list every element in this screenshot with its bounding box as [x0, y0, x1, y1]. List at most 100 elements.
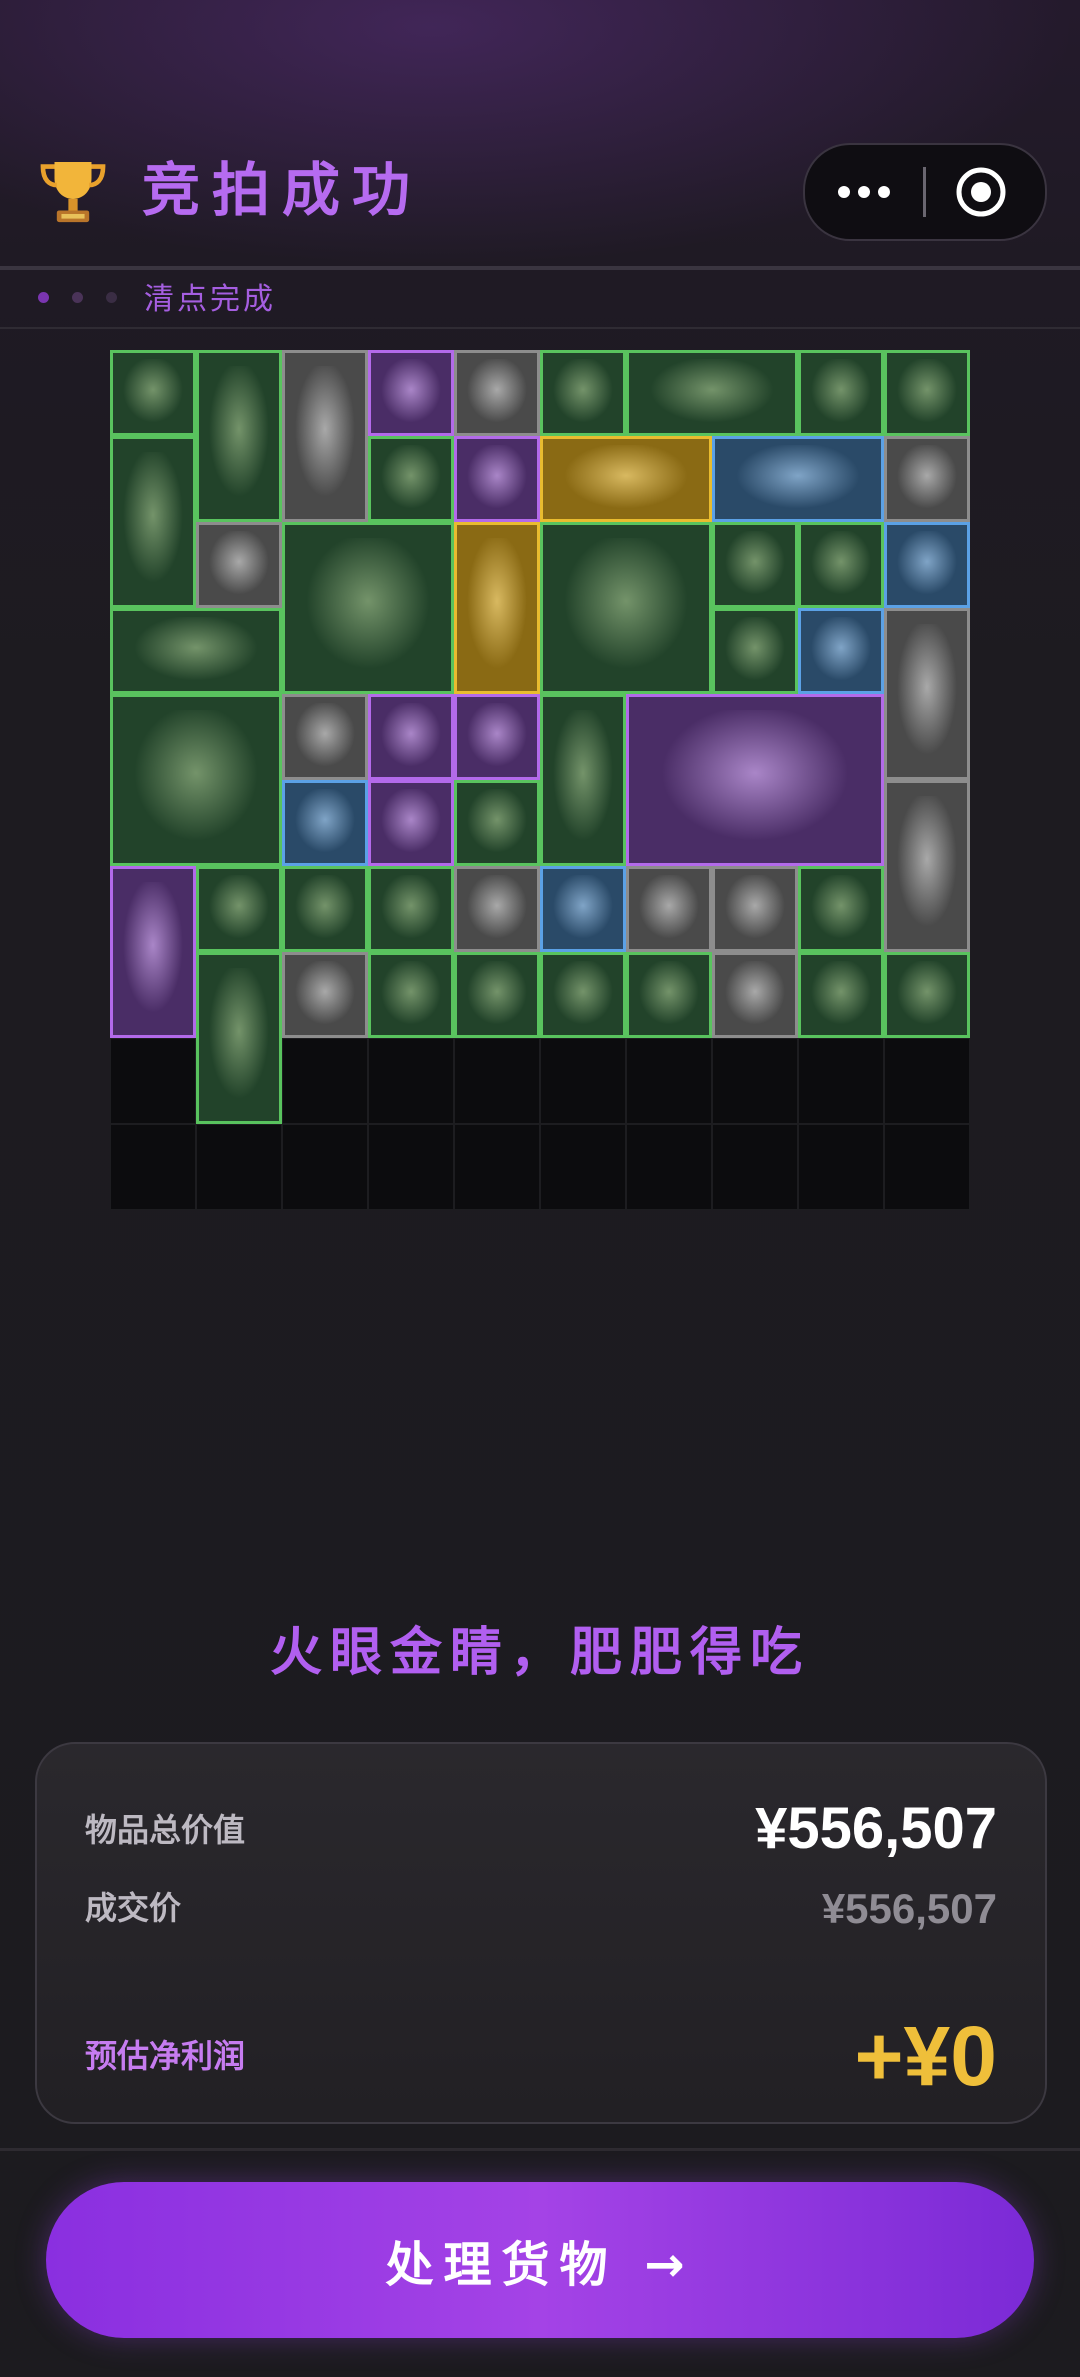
inventory-item-mp3-player[interactable] [884, 522, 970, 608]
spray-can-icon [119, 452, 187, 592]
more-dots-icon[interactable] [805, 145, 923, 239]
inventory-item-playing-card[interactable] [196, 522, 282, 608]
inventory-item-angle-grinder[interactable] [540, 522, 712, 694]
inventory-item-statue[interactable] [540, 694, 626, 866]
smoking-pipe-icon [728, 445, 868, 513]
inventory-item-medicine-bottle[interactable] [884, 780, 970, 952]
gold-tiara-icon [556, 445, 696, 513]
inventory-item-car-battery[interactable] [626, 694, 884, 866]
inventory-item-battery[interactable] [196, 866, 282, 952]
inventory-item-power-bank[interactable] [282, 780, 368, 866]
glass-tube-icon [126, 617, 266, 685]
apple-icon [291, 875, 359, 943]
inventory-grid [110, 350, 970, 1210]
inventory-item-tea-cup[interactable] [368, 780, 454, 866]
inventory-item-hard-drive[interactable] [540, 952, 626, 1038]
grid-cell [884, 1124, 970, 1210]
inventory-item-cd-disc[interactable] [798, 608, 884, 694]
glue-bottle-icon [463, 789, 531, 857]
tape-measure-icon [291, 703, 359, 771]
inventory-item-lighter[interactable] [454, 952, 540, 1038]
usb-stick-icon [463, 703, 531, 771]
grid-cell [540, 1038, 626, 1124]
inventory-item-snack-bar[interactable] [626, 952, 712, 1038]
grid-cell [368, 1124, 454, 1210]
cd-disc-icon [807, 617, 875, 685]
inventory-item-tweezers[interactable] [798, 866, 884, 952]
inventory-item-pill-case[interactable] [712, 952, 798, 1038]
inventory-item-mouse-pad[interactable] [798, 952, 884, 1038]
header-divider [0, 266, 1080, 270]
screwdriver-icon [721, 617, 789, 685]
gold-ewer-icon [119, 882, 187, 1022]
screwdriver-pen-icon [377, 445, 445, 513]
inventory-item-ring[interactable] [368, 350, 454, 436]
pressure-gauge-icon [205, 968, 273, 1108]
inventory-item-screwdriver-pen[interactable] [368, 436, 454, 522]
tweezers-icon [807, 875, 875, 943]
inventory-item-yogurt-cup[interactable] [454, 350, 540, 436]
inventory-item-apple[interactable] [282, 866, 368, 952]
total-value: ¥556,507 [755, 1796, 997, 1861]
footer-divider [0, 2148, 1080, 2151]
inventory-item-duct-tape[interactable] [454, 866, 540, 952]
header: 竞拍成功 [0, 0, 1080, 268]
circuit-board-icon [377, 703, 445, 771]
inventory-item-glue-bottle[interactable] [368, 952, 454, 1038]
tweezers-icon [119, 359, 187, 427]
inventory-item-tweezers[interactable] [712, 522, 798, 608]
scissors-icon [635, 875, 703, 943]
inventory-item-scissors[interactable] [626, 866, 712, 952]
tea-cup-icon [377, 789, 445, 857]
inventory-item-papers[interactable] [282, 952, 368, 1038]
inventory-item-scissors[interactable] [712, 866, 798, 952]
inventory-item-pliers[interactable] [540, 350, 626, 436]
car-battery-icon [649, 710, 861, 850]
inventory-item-leather-journal[interactable] [196, 350, 282, 522]
target-close-icon[interactable] [955, 166, 1007, 218]
inventory-item-glue-bottle[interactable] [454, 780, 540, 866]
inventory-item-card-pack[interactable] [368, 866, 454, 952]
grid-cell [626, 1124, 712, 1210]
mp3-player-icon [893, 531, 961, 599]
inventory-item-power-strip[interactable] [798, 350, 884, 436]
inventory-item-knife[interactable] [454, 436, 540, 522]
battery-icon [205, 875, 273, 943]
statue-icon [549, 710, 617, 850]
inventory-item-newspaper[interactable] [110, 694, 282, 866]
net-profit-value: +¥0 [854, 2009, 998, 2103]
inventory-item-screwdriver[interactable] [712, 608, 798, 694]
yogurt-cup-icon [463, 359, 531, 427]
capsule-divider [923, 167, 926, 217]
power-strip-icon [807, 359, 875, 427]
inventory-item-circuit-board[interactable] [368, 694, 454, 780]
mouse-pad-icon [807, 961, 875, 1029]
slogan-text: 火眼金睛，肥肥得吃 [269, 1623, 810, 1683]
newspaper-icon [126, 710, 266, 850]
page-title: 竞拍成功 [142, 156, 423, 224]
inventory-item-gold-ewer[interactable] [110, 866, 196, 1038]
inventory-item-usb-stick[interactable] [454, 694, 540, 780]
inventory-item-magazine[interactable] [282, 522, 454, 694]
process-goods-button[interactable]: 处理货物 → [46, 2182, 1034, 2338]
inventory-item-coin[interactable] [884, 350, 970, 436]
inventory-item-gloves[interactable] [884, 436, 970, 522]
deal-price-label: 成交价 [85, 1889, 182, 1927]
inventory-item-gold-tiara[interactable] [540, 436, 712, 522]
inventory-item-spray-can[interactable] [110, 436, 196, 608]
inventory-item-toothpaste[interactable] [282, 350, 368, 522]
coin-icon [893, 359, 961, 427]
inventory-item-tape-measure[interactable] [282, 694, 368, 780]
playing-card-icon [205, 531, 273, 599]
inventory-item-toothpaste[interactable] [884, 608, 970, 780]
progress-dot-2 [72, 292, 83, 303]
inventory-item-pressure-gauge[interactable] [196, 952, 282, 1124]
inventory-item-capacitor[interactable] [540, 866, 626, 952]
inventory-item-glass-tube[interactable] [110, 608, 282, 694]
inventory-item-old-map[interactable] [626, 350, 798, 436]
inventory-item-test-tube-kit[interactable] [454, 522, 540, 694]
inventory-item-smoking-pipe[interactable] [712, 436, 884, 522]
inventory-item-tweezers[interactable] [110, 350, 196, 436]
inventory-item-mouse-pad[interactable] [884, 952, 970, 1038]
inventory-item-wrench[interactable] [798, 522, 884, 608]
